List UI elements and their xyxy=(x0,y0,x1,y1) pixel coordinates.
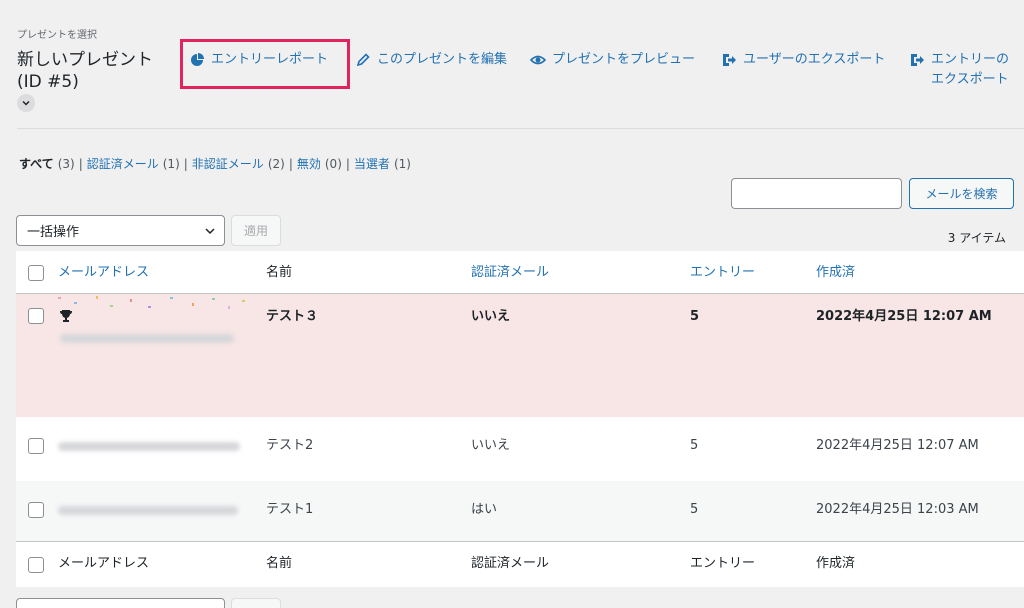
select-all-checkbox[interactable] xyxy=(28,265,44,281)
column-entries[interactable]: エントリー xyxy=(690,264,755,282)
email-redacted xyxy=(58,442,240,451)
title-toggle-button[interactable] xyxy=(17,94,35,112)
email-redacted xyxy=(58,506,238,515)
export-icon xyxy=(723,54,736,66)
filter-invalid[interactable]: 無効 xyxy=(297,156,321,172)
footer-column-created: 作成済 xyxy=(816,556,856,571)
filter-all[interactable]: すべて xyxy=(19,156,54,172)
filter-unverified[interactable]: 非認証メール xyxy=(192,156,264,172)
edit-giveaway-label: このプレゼントを編集 xyxy=(377,52,508,67)
column-verified[interactable]: 認証済メール xyxy=(471,264,549,282)
bottom-bulk-actions-select[interactable] xyxy=(16,598,225,608)
footer-column-name: 名前 xyxy=(266,556,293,571)
breadcrumb[interactable]: プレゼントを選択 xyxy=(17,26,97,41)
search-button[interactable]: メールを検索 xyxy=(909,178,1014,209)
column-created[interactable]: 作成済 xyxy=(816,264,855,282)
table-row: テスト2 いいえ 5 2022年4月25日 12:07 AM xyxy=(16,417,1024,481)
row-name: テスト３ xyxy=(266,309,319,324)
bulk-actions-value: 一括操作 xyxy=(27,225,80,240)
chevron-down-icon xyxy=(205,228,215,235)
row-entries: 5 xyxy=(690,438,699,453)
chevron-down-icon xyxy=(22,100,30,106)
table-row: テスト1 はい 5 2022年4月25日 12:03 AM xyxy=(16,481,1024,541)
email-redacted xyxy=(60,334,234,343)
row-name: テスト2 xyxy=(266,438,314,453)
filter-winners[interactable]: 当選者 xyxy=(354,156,390,172)
status-filters: すべて (3) | 認証済メール (1) | 非認証メール (2) | 無効 (… xyxy=(19,156,411,172)
table-footer: メールアドレス 名前 認証済メール エントリー 作成済 xyxy=(16,541,1024,587)
confetti-decoration xyxy=(58,296,245,309)
row-verified: いいえ xyxy=(471,438,511,453)
column-email[interactable]: メールアドレス xyxy=(58,264,149,282)
filter-winners-count: (1) xyxy=(393,157,411,171)
footer-column-entries: エントリー xyxy=(690,556,756,571)
column-name: 名前 xyxy=(266,265,293,280)
preview-giveaway-link[interactable]: プレゼントをプレビュー xyxy=(530,50,695,70)
table-header: メールアドレス 名前 認証済メール エントリー 作成済 xyxy=(16,251,1024,294)
item-count: 3 アイテム xyxy=(947,231,1006,245)
footer-column-verified: 認証済メール xyxy=(471,556,550,571)
filter-all-count: (3) xyxy=(57,157,75,171)
export-entries-label: エントリーのエクスポート xyxy=(931,52,1010,87)
export-icon xyxy=(911,54,924,66)
bottom-apply-button[interactable] xyxy=(231,598,281,608)
row-created: 2022年4月25日 12:07 AM xyxy=(816,309,992,324)
filter-verified-count: (1) xyxy=(162,157,180,171)
row-entries: 5 xyxy=(690,502,699,517)
apply-button[interactable]: 適用 xyxy=(231,215,281,246)
filter-verified[interactable]: 認証済メール xyxy=(87,156,159,172)
row-verified: はい xyxy=(471,502,498,517)
row-name: テスト1 xyxy=(266,502,314,517)
page-title: 新しいプレゼント (ID #5) xyxy=(17,50,153,92)
row-created: 2022年4月25日 12:03 AM xyxy=(816,502,979,517)
filter-invalid-count: (0) xyxy=(324,157,342,171)
header-divider xyxy=(17,128,1024,129)
table-row: テスト３ いいえ 5 2022年4月25日 12:07 AM xyxy=(16,294,1024,417)
pencil-icon xyxy=(356,53,370,67)
row-checkbox[interactable] xyxy=(28,438,44,454)
trophy-icon xyxy=(60,310,72,322)
row-entries: 5 xyxy=(690,309,700,324)
edit-giveaway-link[interactable]: このプレゼントを編集 xyxy=(355,50,507,70)
search-input[interactable] xyxy=(731,178,902,209)
export-users-link[interactable]: ユーザーのエクスポート xyxy=(721,50,885,70)
bulk-actions-select[interactable]: 一括操作 xyxy=(16,215,225,246)
eye-icon xyxy=(530,55,546,65)
row-verified: いいえ xyxy=(471,309,511,324)
row-checkbox[interactable] xyxy=(28,502,44,518)
filter-unverified-count: (2) xyxy=(267,157,285,171)
highlight-box xyxy=(180,39,350,89)
footer-column-email: メールアドレス xyxy=(58,556,150,571)
row-checkbox[interactable] xyxy=(28,308,44,324)
export-users-label: ユーザーのエクスポート xyxy=(743,52,886,67)
preview-giveaway-label: プレゼントをプレビュー xyxy=(552,52,696,67)
row-created: 2022年4月25日 12:07 AM xyxy=(816,438,979,453)
export-entries-link[interactable]: エントリーのエクスポート xyxy=(909,50,1019,90)
select-all-checkbox[interactable] xyxy=(28,557,44,573)
